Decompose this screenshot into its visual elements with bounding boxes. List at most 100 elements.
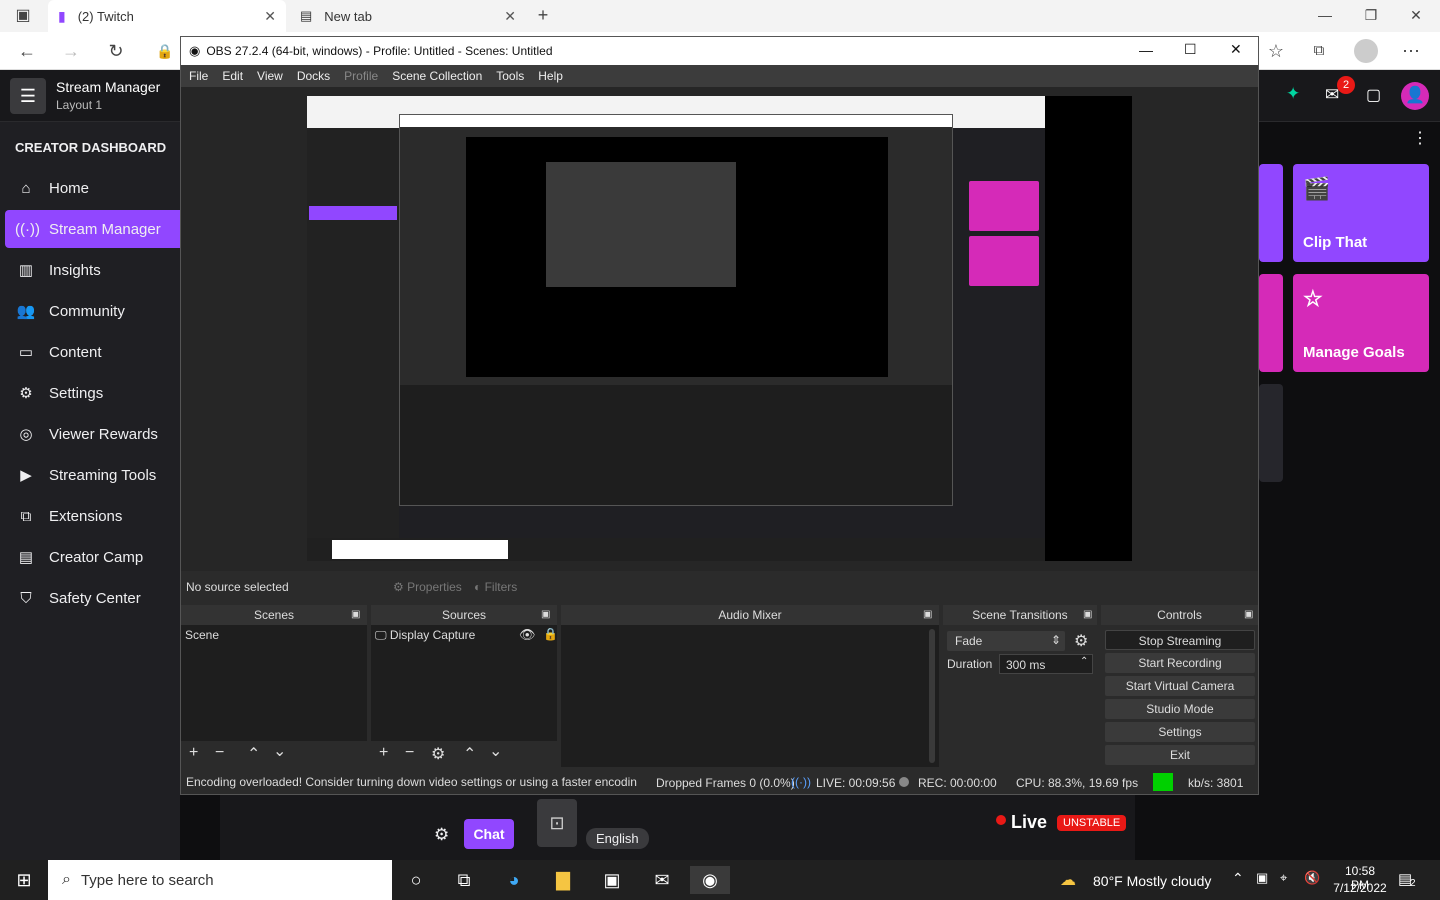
sidebar-item-stream-manager[interactable]: ((·)) Stream Manager bbox=[5, 210, 180, 248]
studio-mode-button[interactable]: Studio Mode bbox=[1105, 699, 1255, 719]
more-menu-icon[interactable]: ⋯ bbox=[1400, 40, 1422, 62]
obs-minimize-button[interactable]: — bbox=[1139, 42, 1153, 58]
tab-new[interactable]: ▤ New tab ✕ bbox=[290, 0, 526, 32]
window-maximize-button[interactable]: ❐ bbox=[1360, 4, 1382, 26]
forward-arrow-icon[interactable]: → bbox=[60, 40, 82, 62]
float-icon[interactable]: ▣ bbox=[541, 605, 550, 625]
menu-edit[interactable]: Edit bbox=[222, 69, 243, 83]
mixer-scrollbar[interactable] bbox=[929, 629, 935, 763]
user-avatar-icon[interactable]: 👤 bbox=[1401, 82, 1429, 110]
menu-tools[interactable]: Tools bbox=[496, 69, 524, 83]
move-down-icon[interactable]: ⌄ bbox=[273, 741, 286, 761]
obs-taskbar-icon[interactable]: ◉ bbox=[690, 866, 730, 894]
sidebar-item-content[interactable]: ▭ Content bbox=[5, 333, 180, 371]
manage-goals-tile[interactable]: ☆ Manage Goals bbox=[1293, 274, 1429, 372]
move-up-icon[interactable]: ⌃ bbox=[463, 744, 476, 764]
move-down-icon[interactable]: ⌄ bbox=[489, 741, 502, 761]
sparkle-icon[interactable]: ✦ bbox=[1286, 84, 1300, 104]
menu-file[interactable]: File bbox=[189, 69, 208, 83]
sidebar-item-community[interactable]: 👥 Community bbox=[5, 292, 180, 330]
float-icon[interactable]: ▣ bbox=[923, 605, 932, 625]
tray-chevron-icon[interactable]: ⌃ bbox=[1232, 870, 1244, 887]
add-icon[interactable]: + bbox=[189, 744, 198, 762]
eye-icon[interactable]: 👁 bbox=[519, 627, 536, 643]
duration-spinbox[interactable]: 300 ms ⌃ bbox=[999, 654, 1093, 674]
remove-icon[interactable]: − bbox=[215, 744, 224, 762]
sidebar-item-home[interactable]: ⌂ Home bbox=[5, 169, 180, 207]
tray-icon[interactable]: ▣ bbox=[1256, 870, 1268, 886]
back-arrow-icon[interactable]: ← bbox=[16, 40, 38, 62]
clip-that-tile[interactable]: 🎬 Clip That bbox=[1293, 164, 1429, 262]
cortana-icon[interactable]: ○ bbox=[396, 866, 436, 894]
chat-settings-icon[interactable]: ⚙ bbox=[434, 825, 449, 845]
remove-icon[interactable]: − bbox=[405, 744, 414, 762]
obs-preview[interactable] bbox=[181, 87, 1258, 571]
float-icon[interactable]: ▣ bbox=[1083, 605, 1092, 625]
edge-icon[interactable]: ◕ bbox=[494, 866, 534, 894]
store-icon[interactable]: ▣ bbox=[592, 866, 632, 894]
window-minimize-button[interactable]: — bbox=[1314, 4, 1336, 26]
lock-icon[interactable]: 🔒 bbox=[543, 627, 558, 641]
chat-button[interactable]: Chat bbox=[464, 819, 514, 849]
task-view-icon[interactable]: ⧉ bbox=[444, 866, 484, 894]
manager-title[interactable]: Stream Manager bbox=[56, 79, 160, 95]
tab-actions-icon[interactable]: ▣ bbox=[12, 5, 34, 27]
gear-icon[interactable]: ⚙ bbox=[431, 744, 445, 764]
sidebar-item-settings[interactable]: ⚙ Settings bbox=[5, 374, 180, 412]
volume-muted-icon[interactable]: 🔇 bbox=[1304, 870, 1320, 886]
move-up-icon[interactable]: ⌃ bbox=[247, 744, 260, 764]
filters-button[interactable]: ◐ Filters bbox=[474, 580, 517, 594]
window-close-button[interactable]: ✕ bbox=[1405, 4, 1427, 26]
menu-docks[interactable]: Docks bbox=[297, 69, 330, 83]
network-icon[interactable]: ⌖ bbox=[1280, 870, 1287, 886]
sidebar-item-extensions[interactable]: ⧉ Extensions bbox=[5, 497, 180, 535]
clock-date[interactable]: 7/12/2022 bbox=[1332, 881, 1388, 895]
taskbar-search[interactable]: ⌕ Type here to search bbox=[48, 860, 392, 900]
partial-tile[interactable] bbox=[1259, 164, 1283, 262]
transition-select[interactable]: Fade ⇕ bbox=[947, 631, 1065, 651]
refresh-icon[interactable]: ↻ bbox=[105, 40, 127, 62]
float-icon[interactable]: ▣ bbox=[351, 605, 360, 625]
properties-button[interactable]: ⚙ Properties bbox=[393, 580, 462, 594]
sidebar-item-streaming-tools[interactable]: ▶ Streaming Tools bbox=[5, 456, 180, 494]
partial-tile[interactable] bbox=[1259, 274, 1283, 372]
menu-help[interactable]: Help bbox=[538, 69, 563, 83]
new-tab-button[interactable]: + bbox=[532, 4, 554, 26]
nested-tile bbox=[969, 236, 1039, 286]
windows-start-icon[interactable]: ⊞ bbox=[4, 866, 44, 894]
scene-item[interactable]: Scene bbox=[185, 628, 219, 642]
sidebar-item-safety-center[interactable]: ⛉ Safety Center bbox=[5, 579, 180, 617]
collections-icon[interactable]: ⧉ bbox=[1308, 40, 1330, 62]
sidebar-item-insights[interactable]: ▥ Insights bbox=[5, 251, 180, 289]
source-item[interactable]: 🖵 Display Capture bbox=[375, 628, 475, 643]
start-recording-button[interactable]: Start Recording bbox=[1105, 653, 1255, 673]
tab-twitch[interactable]: ▮ (2) Twitch ✕ bbox=[48, 0, 286, 32]
file-explorer-icon[interactable]: ▇ bbox=[543, 866, 583, 894]
settings-button[interactable]: Settings bbox=[1105, 722, 1255, 742]
mail-icon[interactable]: ✉ bbox=[642, 866, 682, 894]
close-tab-icon[interactable]: ✕ bbox=[504, 8, 516, 25]
profile-avatar[interactable] bbox=[1354, 39, 1378, 63]
menu-view[interactable]: View bbox=[257, 69, 283, 83]
start-virtual-camera-button[interactable]: Start Virtual Camera bbox=[1105, 676, 1255, 696]
add-icon[interactable]: + bbox=[379, 744, 388, 762]
obs-close-button[interactable]: ✕ bbox=[1230, 41, 1242, 58]
exit-button[interactable]: Exit bbox=[1105, 745, 1255, 765]
menu-profile[interactable]: Profile bbox=[344, 69, 378, 83]
favorites-icon[interactable]: ☆ bbox=[1265, 40, 1287, 62]
language-tag[interactable]: English bbox=[586, 828, 649, 849]
sidebar-item-viewer-rewards[interactable]: ◎ Viewer Rewards bbox=[5, 415, 180, 453]
sidebar-item-creator-camp[interactable]: ▤ Creator Camp bbox=[5, 538, 180, 576]
whisper-icon[interactable]: ▢ bbox=[1366, 85, 1381, 105]
menu-icon[interactable]: ☰ bbox=[10, 78, 46, 114]
spinner-icon[interactable]: ⌃ bbox=[1080, 656, 1088, 667]
weather-text[interactable]: 80°F Mostly cloudy bbox=[1093, 873, 1211, 889]
gear-icon[interactable]: ⚙ bbox=[1074, 631, 1088, 651]
stop-streaming-button[interactable]: Stop Streaming bbox=[1105, 630, 1255, 650]
close-tab-icon[interactable]: ✕ bbox=[264, 8, 276, 25]
more-options-icon[interactable]: ⋮ bbox=[1412, 128, 1428, 148]
float-icon[interactable]: ▣ bbox=[1244, 605, 1253, 625]
obs-maximize-button[interactable]: ☐ bbox=[1184, 41, 1197, 58]
menu-scene-collection[interactable]: Scene Collection bbox=[392, 69, 482, 83]
bot-icon[interactable]: ⊡ bbox=[537, 799, 577, 847]
